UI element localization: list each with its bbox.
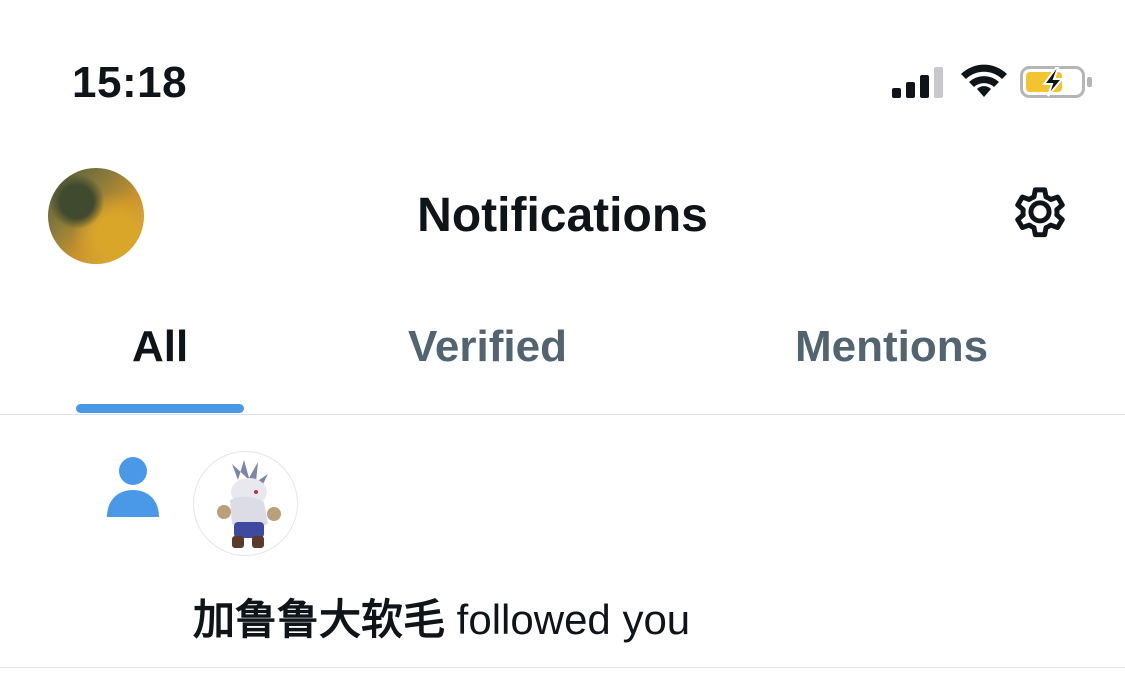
notification-tabs: All Verified Mentions	[0, 300, 1125, 415]
active-tab-indicator	[76, 404, 244, 413]
page-title: Notifications	[417, 189, 708, 242]
signal-icon	[892, 67, 943, 98]
notification-text: 加鲁鲁大软毛 followed you	[193, 586, 690, 647]
battery-charging-icon	[1020, 66, 1092, 98]
notification-item[interactable]: 加鲁鲁大软毛 followed you	[0, 416, 1125, 668]
person-follow-icon	[107, 457, 159, 517]
wifi-icon	[961, 64, 1007, 97]
tab-mentions[interactable]: Mentions	[795, 322, 988, 372]
notification-action: followed you	[445, 596, 691, 643]
gear-icon	[1015, 187, 1065, 238]
settings-button[interactable]	[1004, 180, 1076, 252]
follower-avatar[interactable]	[193, 451, 298, 556]
follower-avatar-image	[217, 460, 281, 548]
status-time: 15:18	[72, 58, 188, 107]
tab-all[interactable]: All	[132, 322, 188, 372]
tab-verified[interactable]: Verified	[408, 322, 567, 372]
follower-username[interactable]: 加鲁鲁大软毛	[193, 596, 445, 643]
notifications-screen: 15:18 Notifications All Verified Mention…	[0, 0, 1125, 685]
